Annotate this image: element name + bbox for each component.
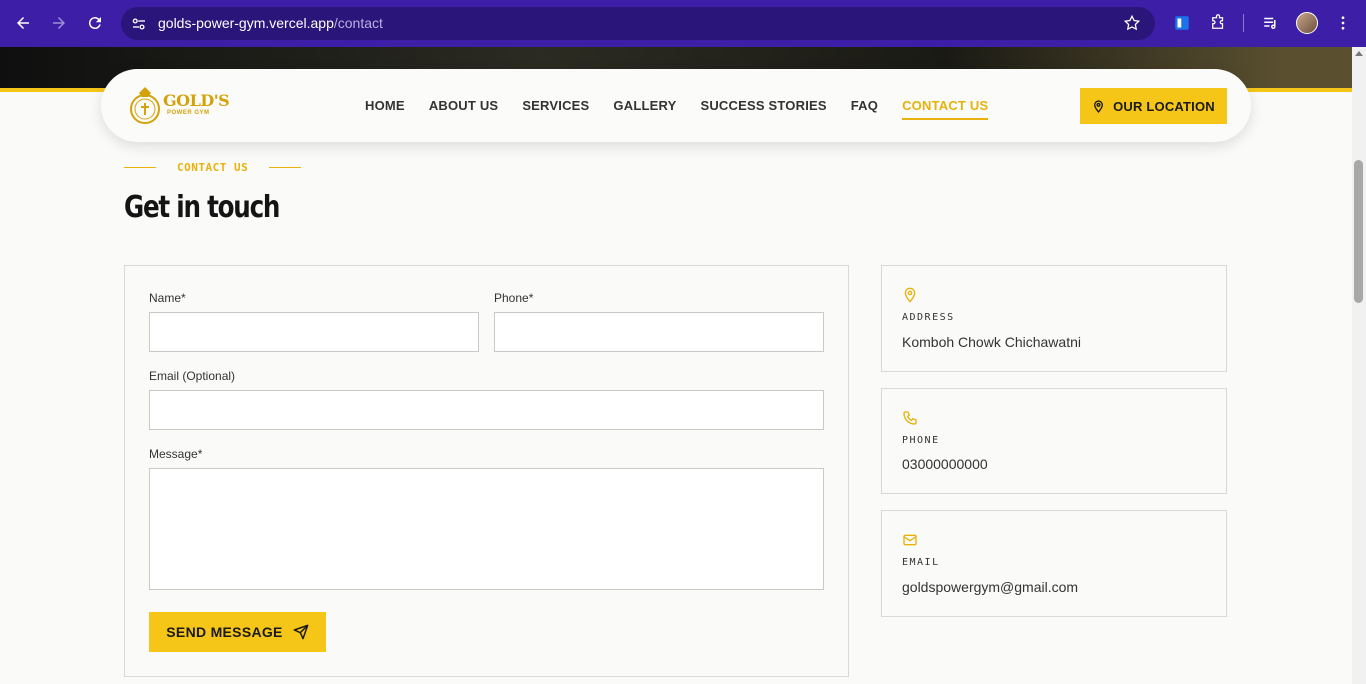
section-eyebrow: CONTACT US xyxy=(124,161,302,174)
scroll-up-arrow-icon[interactable] xyxy=(1355,51,1363,56)
site-logo[interactable]: GOLD'S POWER GYM xyxy=(129,83,235,127)
send-message-button[interactable]: SEND MESSAGE xyxy=(149,612,326,652)
contact-form: Name* Phone* Email (Optional) Message* S… xyxy=(124,265,849,677)
main-nav: HOME ABOUT US SERVICES GALLERY SUCCESS S… xyxy=(365,98,1012,120)
name-input[interactable] xyxy=(149,312,479,352)
email-caption: EMAIL xyxy=(902,557,940,568)
arrow-left-icon xyxy=(17,17,29,29)
nav-home[interactable]: HOME xyxy=(365,98,405,113)
reload-button[interactable] xyxy=(82,10,108,36)
extension-app-icon xyxy=(1175,16,1189,30)
extension-icon-button[interactable] xyxy=(1171,12,1193,34)
our-location-label: OUR LOCATION xyxy=(1113,98,1215,114)
logo-subtext: POWER GYM xyxy=(167,110,210,116)
address-bar[interactable]: golds-power-gym.vercel.app/contact xyxy=(121,7,1155,40)
back-button[interactable] xyxy=(10,10,36,36)
email-label: Email (Optional) xyxy=(149,369,236,383)
url-text: golds-power-gym.vercel.app/contact xyxy=(158,15,383,31)
nav-contact-us[interactable]: CONTACT US xyxy=(902,98,989,120)
email-card: EMAIL goldspowergym@gmail.com xyxy=(881,510,1227,617)
message-textarea[interactable] xyxy=(149,468,824,590)
more-vert-icon xyxy=(1341,16,1345,30)
extensions-button[interactable] xyxy=(1207,12,1229,34)
map-pin-icon xyxy=(1094,99,1104,113)
playlist-icon xyxy=(1264,17,1276,29)
phone-card: PHONE 03000000000 xyxy=(881,388,1227,494)
address-card: ADDRESS Komboh Chowk Chichawatni xyxy=(881,265,1227,372)
gym-emblem-icon xyxy=(130,87,160,124)
nav-faq[interactable]: FAQ xyxy=(851,98,878,113)
email-input[interactable] xyxy=(149,390,824,430)
browser-toolbar: golds-power-gym.vercel.app/contact xyxy=(0,0,1366,47)
page-title: Get in touch xyxy=(124,190,280,225)
message-label: Message* xyxy=(149,447,203,461)
browser-menu-button[interactable] xyxy=(1332,12,1354,34)
name-label: Name* xyxy=(149,291,186,305)
address-value: Komboh Chowk Chichawatni xyxy=(902,334,1081,350)
media-controls-button[interactable] xyxy=(1260,12,1282,34)
phone-icon xyxy=(903,411,917,425)
nav-about-us[interactable]: ABOUT US xyxy=(429,98,499,113)
scrollbar-thumb[interactable] xyxy=(1354,160,1363,303)
email-value: goldspowergym@gmail.com xyxy=(902,579,1079,595)
send-message-label: SEND MESSAGE xyxy=(166,624,283,640)
profile-avatar[interactable] xyxy=(1296,12,1318,34)
phone-value: 03000000000 xyxy=(902,456,988,472)
address-caption: ADDRESS xyxy=(902,312,955,323)
logo-text: GOLD'S xyxy=(163,91,230,110)
eyebrow-line-left xyxy=(124,167,156,168)
phone-caption: PHONE xyxy=(902,435,940,446)
eyebrow-text: CONTACT US xyxy=(177,161,249,174)
page-scrollbar[interactable] xyxy=(1352,47,1366,684)
forward-button[interactable] xyxy=(46,10,72,36)
nav-gallery[interactable]: GALLERY xyxy=(613,98,676,113)
site-settings-icon[interactable] xyxy=(130,15,148,33)
phone-label: Phone* xyxy=(494,291,534,305)
send-icon xyxy=(293,624,309,640)
puzzle-icon xyxy=(1212,14,1224,29)
site-header: GOLD'S POWER GYM HOME ABOUT US SERVICES … xyxy=(101,69,1251,142)
phone-input[interactable] xyxy=(494,312,824,352)
eyebrow-line-right xyxy=(269,167,302,168)
mail-icon xyxy=(903,534,917,546)
nav-success-stories[interactable]: SUCCESS STORIES xyxy=(700,98,826,113)
toolbar-divider xyxy=(1243,14,1244,32)
map-pin-icon xyxy=(904,287,916,303)
our-location-button[interactable]: OUR LOCATION xyxy=(1080,88,1227,124)
reload-icon xyxy=(88,17,101,30)
arrow-right-icon xyxy=(53,17,65,29)
bookmark-star-icon[interactable] xyxy=(1123,14,1141,32)
nav-services[interactable]: SERVICES xyxy=(522,98,589,113)
